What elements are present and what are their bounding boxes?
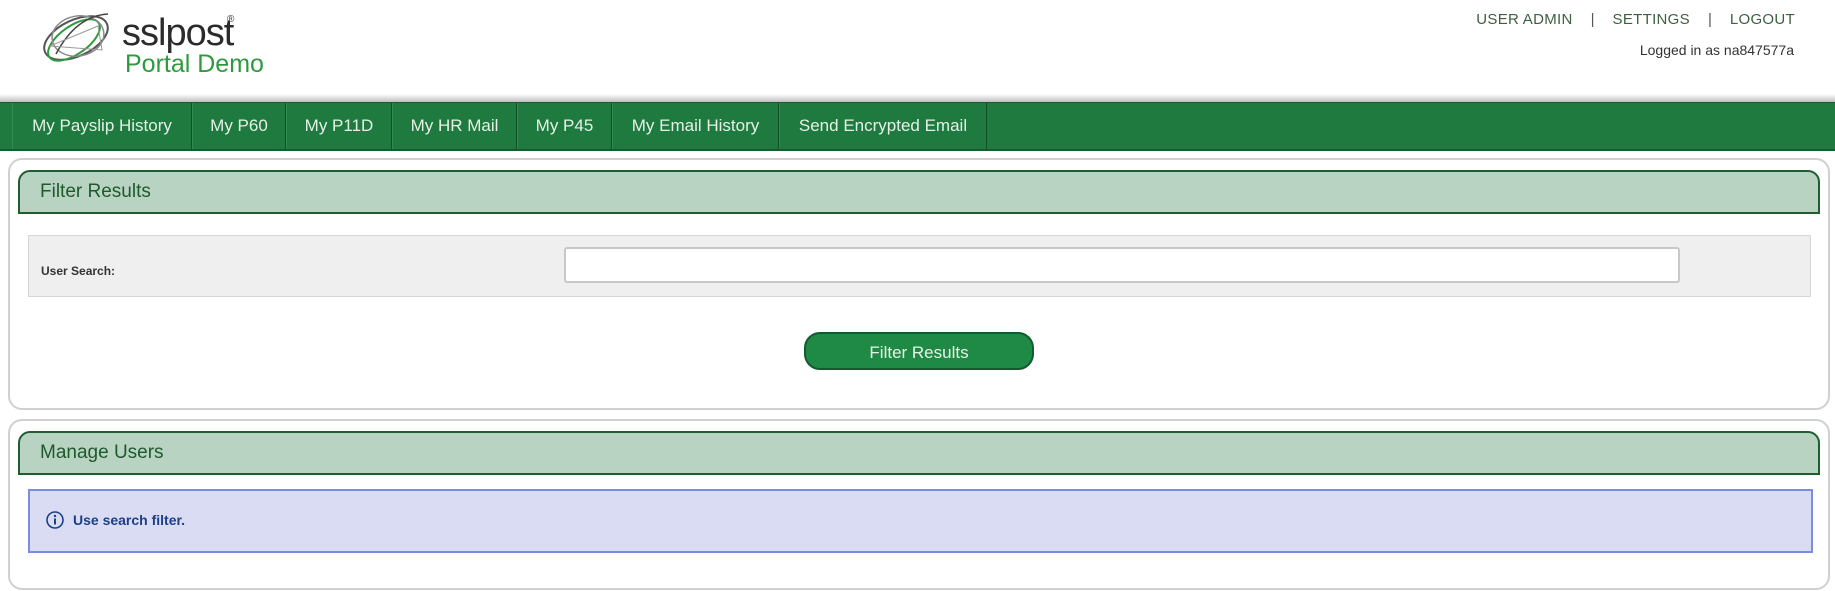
logged-in-status: Logged in as na847577a	[1639, 42, 1794, 58]
user-search-row: User Search:	[28, 235, 1811, 297]
sslpost-logo[interactable]: sslpost ® Portal Demo	[36, 6, 276, 78]
user-admin-link[interactable]: USER ADMIN	[1476, 11, 1572, 28]
logout-link[interactable]: LOGOUT	[1730, 11, 1795, 28]
info-message-text: Use search filter.	[73, 512, 186, 528]
logo-registered-mark: ®	[227, 14, 235, 25]
user-search-label: User Search:	[41, 264, 116, 278]
top-links: USER ADMIN | SETTINGS | LOGOUT	[1476, 11, 1795, 28]
link-separator: |	[1707, 11, 1712, 28]
logo-wordmark: sslpost	[122, 12, 234, 54]
nav-item-hr-mail[interactable]: My HR Mail	[392, 103, 517, 149]
filter-results-button[interactable]: Filter Results	[804, 332, 1034, 370]
filter-panel-header: Filter Results	[18, 170, 1820, 214]
page-header: sslpost ® Portal Demo USER ADMIN | SETTING…	[0, 0, 1835, 100]
nav-item-p60[interactable]: My P60	[192, 103, 286, 149]
manage-users-title: Manage Users	[40, 442, 164, 463]
link-separator: |	[1590, 11, 1595, 28]
nav-item-payslip-history[interactable]: My Payslip History	[12, 103, 192, 149]
nav-item-email-history[interactable]: My Email History	[612, 103, 779, 149]
nav-item-send-encrypted-email[interactable]: Send Encrypted Email	[779, 103, 987, 149]
filter-panel: Filter Results User Search: Filter Resul…	[8, 158, 1830, 410]
info-message: Use search filter.	[28, 489, 1813, 553]
main-nav: My Payslip History My P60 My P11D My HR …	[0, 102, 1835, 151]
logo-subtitle: Portal Demo	[125, 50, 264, 78]
nav-item-p45[interactable]: My P45	[517, 103, 612, 149]
logo-swirl-icon	[43, 13, 109, 62]
nav-shadow	[0, 94, 1835, 102]
filter-panel-title: Filter Results	[40, 181, 151, 202]
info-icon	[46, 511, 64, 529]
manage-users-panel: Manage Users Use search filter.	[8, 419, 1830, 590]
user-search-input[interactable]	[564, 247, 1680, 283]
manage-users-header: Manage Users	[18, 431, 1820, 475]
settings-link[interactable]: SETTINGS	[1613, 11, 1690, 28]
nav-item-p11d[interactable]: My P11D	[286, 103, 392, 149]
